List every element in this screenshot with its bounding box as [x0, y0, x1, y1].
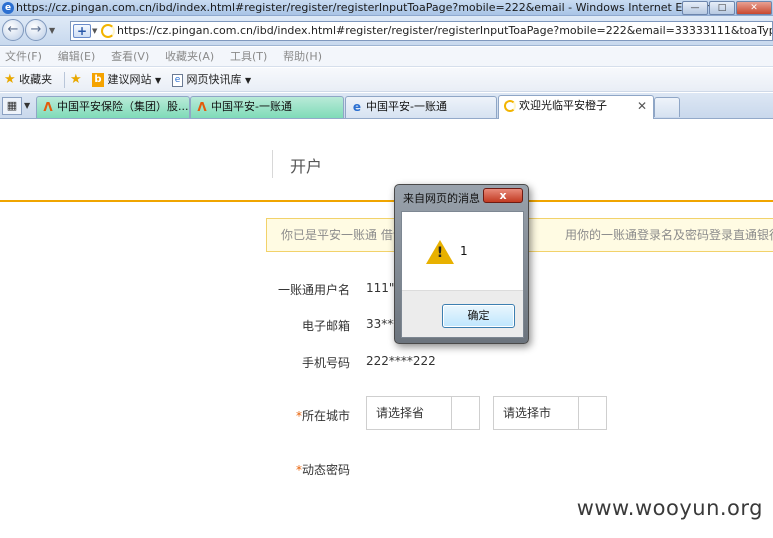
quick-tabs-icon: ▦ — [6, 99, 18, 112]
header-underline — [0, 200, 773, 202]
maximize-button[interactable]: □ — [709, 1, 735, 15]
ok-button[interactable]: 确定 — [442, 304, 515, 328]
add-favorite-icon[interactable]: + — [73, 24, 91, 38]
username-label: 一账通用户名 — [277, 283, 350, 297]
bing-icon: b — [92, 73, 104, 87]
favorites-star-icon: ★ — [4, 72, 16, 87]
window-title-bar: e https://cz.pingan.com.cn/ibd/index.htm… — [0, 0, 773, 16]
otp-label: *动态密码 — [295, 463, 350, 477]
tab-label: 欢迎光临平安橙子 — [519, 99, 607, 112]
tab-pingan-yizhangtong-2[interactable]: e 中国平安-一账通 — [345, 96, 497, 118]
menu-view[interactable]: 查看(V) — [105, 47, 155, 67]
menu-edit[interactable]: 编辑(E) — [52, 47, 102, 67]
ie-icon: e — [352, 100, 362, 114]
web-slice-icon: e — [172, 73, 183, 87]
notice-text-left: 你已是平安一账通 借记 — [281, 228, 405, 242]
province-dropdown-icon — [451, 397, 479, 429]
web-slice-label: 网页快讯库 — [186, 73, 242, 86]
history-dropdown-icon[interactable]: ▼ — [49, 26, 55, 35]
tab-pingan-group[interactable]: Λ 中国平安保险（集团）股... — [36, 96, 190, 118]
favorites-label: 收藏夹 — [19, 73, 53, 86]
dialog-close-button[interactable]: x — [483, 188, 523, 203]
phone-value: 222****222 — [366, 354, 436, 368]
dialog-message: 1 — [460, 244, 468, 258]
city-select-text: 请选择市 — [503, 406, 552, 420]
menu-help[interactable]: 帮助(H) — [277, 47, 328, 67]
quick-tabs-button[interactable]: ▦ — [2, 97, 22, 115]
tab-pingan-yizhangtong-1[interactable]: Λ 中国平安-一账通 — [190, 96, 344, 118]
page-title: 开户 — [290, 157, 323, 176]
city-dropdown-icon — [578, 397, 606, 429]
email-label: 电子邮箱 — [301, 319, 350, 333]
address-dropdown-icon[interactable]: ▼ — [92, 24, 97, 38]
pingan-icon: Λ — [197, 100, 207, 114]
suggested-sites-dropdown-icon: ▼ — [155, 76, 162, 85]
back-arrow-icon: ← — [7, 22, 19, 37]
menu-bar: 文件(F) 编辑(E) 查看(V) 收藏夹(A) 工具(T) 帮助(H) — [0, 47, 773, 67]
page-content: 开户 你已是平安一账通 借记 用你的一账通登录名及密码登录直通银行。 一账通用户… — [0, 120, 773, 538]
menu-file[interactable]: 文件(F) — [0, 47, 48, 67]
suggested-sites-button[interactable]: b 建议网站 ▼ — [92, 71, 161, 89]
window-title: https://cz.pingan.com.cn/ibd/index.html#… — [16, 1, 722, 14]
phone-label: 手机号码 — [301, 356, 350, 370]
web-slice-dropdown-icon: ▼ — [245, 76, 252, 85]
tab-bar: ▦ ▼ Λ 中国平安保险（集团）股... Λ 中国平安-一账通 e 中国平安-一… — [0, 93, 773, 119]
tab-label: 中国平安保险（集团）股... — [57, 100, 189, 113]
suggested-sites-label: 建议网站 — [107, 73, 152, 86]
favorites-divider — [64, 72, 65, 88]
title-divider — [272, 150, 273, 178]
menu-tools[interactable]: 工具(T) — [224, 47, 273, 67]
add-favorite-star-icon: ★ — [70, 72, 82, 87]
province-select-text: 请选择省 — [376, 406, 425, 420]
minimize-button[interactable]: — — [682, 1, 708, 15]
city-select[interactable]: 请选择市 — [493, 396, 607, 430]
dialog-title: 来自网页的消息 — [403, 192, 480, 205]
add-to-favorites-bar-button[interactable]: ★ — [70, 71, 82, 89]
loading-icon — [101, 24, 115, 38]
province-select[interactable]: 请选择省 — [366, 396, 480, 430]
pingan-icon: Λ — [43, 100, 53, 114]
window-close-button[interactable]: ✕ — [736, 1, 772, 15]
alert-dialog: 来自网页的消息 x ! 1 确定 — [394, 184, 529, 344]
city-label: *所在城市 — [295, 409, 350, 423]
address-row: ← → ▼ + ▼ https://cz.pingan.com.cn/ibd/i… — [0, 16, 773, 46]
close-tab-icon[interactable]: ✕ — [637, 96, 647, 116]
forward-button[interactable]: → — [25, 19, 47, 41]
dialog-footer: 确定 — [402, 290, 523, 337]
favorites-button[interactable]: ★ 收藏夹 — [4, 71, 52, 89]
ie-logo-icon: e — [2, 2, 14, 14]
address-url[interactable]: https://cz.pingan.com.cn/ibd/index.html#… — [117, 22, 772, 40]
dialog-body: ! 1 确定 — [401, 211, 524, 338]
favorites-bar: ★ 收藏夹 ★ b 建议网站 ▼ e 网页快讯库 ▼ — [0, 68, 773, 92]
tab-pingan-orange[interactable]: 欢迎光临平安橙子 ✕ — [498, 95, 654, 119]
tab-list-dropdown-icon[interactable]: ▼ — [24, 97, 34, 115]
back-button[interactable]: ← — [2, 19, 24, 41]
warning-exclamation: ! — [436, 245, 444, 261]
address-bar[interactable]: + ▼ https://cz.pingan.com.cn/ibd/index.h… — [70, 21, 773, 41]
tab-label: 中国平安-一账通 — [366, 100, 447, 113]
menu-favorites[interactable]: 收藏夹(A) — [159, 47, 220, 67]
loading-icon — [504, 100, 516, 112]
notice-text-right: 用你的一账通登录名及密码登录直通银行。 — [565, 228, 773, 242]
web-slice-gallery-button[interactable]: e 网页快讯库 ▼ — [172, 71, 251, 89]
new-tab-button[interactable] — [654, 97, 680, 117]
watermark: www.wooyun.org — [576, 496, 763, 520]
forward-arrow-icon: → — [30, 22, 42, 37]
tab-label: 中国平安-一账通 — [211, 100, 292, 113]
